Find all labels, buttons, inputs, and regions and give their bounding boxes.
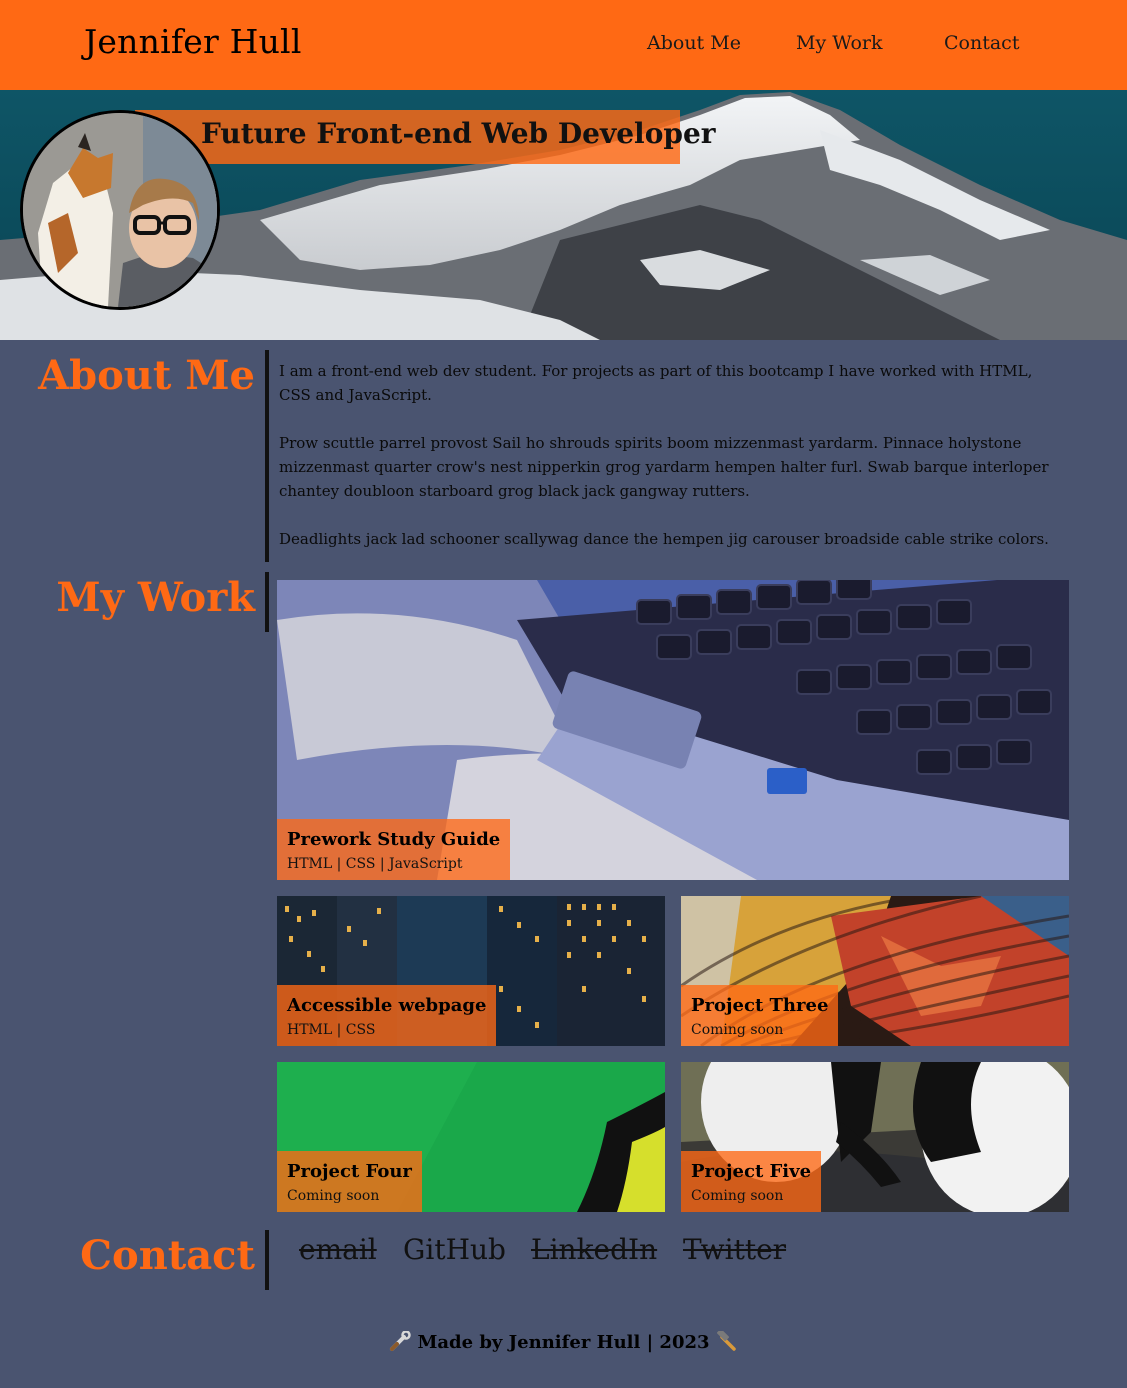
footer-text: Made by Jennifer Hull | 2023	[417, 1332, 710, 1353]
project-title: Prework Study Guide	[287, 829, 501, 850]
contact-link-linkedin[interactable]: LinkedIn	[531, 1233, 657, 1266]
site-header: Jennifer Hull About Me My Work Contact	[0, 0, 1127, 90]
site-footer: Made by Jennifer Hull | 2023	[0, 1329, 1127, 1353]
project-title: Project Three	[691, 995, 829, 1016]
project-tech: HTML | CSS	[287, 1022, 376, 1038]
project-card-project-three[interactable]: Project Three Coming soon	[681, 896, 1069, 1046]
project-title: Accessible webpage	[287, 995, 487, 1016]
project-tech: Coming soon	[691, 1022, 784, 1038]
contact-link-email[interactable]: email	[299, 1233, 377, 1266]
contact-link-twitter[interactable]: Twitter	[683, 1233, 786, 1266]
project-label: Prework Study Guide HTML | CSS | JavaScr…	[277, 819, 511, 880]
project-card-accessible-webpage[interactable]: Accessible webpage HTML | CSS	[277, 896, 665, 1046]
project-label: Project Five Coming soon	[681, 1151, 822, 1212]
project-label: Project Three Coming soon	[681, 985, 839, 1046]
about-divider	[265, 350, 269, 562]
project-card-prework-study-guide[interactable]: Prework Study Guide HTML | CSS | JavaScr…	[277, 580, 1069, 880]
about-paragraph: Deadlights jack lad schooner scallywag d…	[279, 530, 1049, 548]
work-heading: My Work	[56, 574, 255, 621]
profile-avatar	[20, 110, 220, 310]
contact-divider	[265, 1230, 269, 1290]
project-tech: Coming soon	[287, 1188, 380, 1204]
project-card-project-five[interactable]: Project Five Coming soon	[681, 1062, 1069, 1212]
hero-title: Future Front-end Web Developer	[201, 117, 716, 150]
nav-link-about-me[interactable]: About Me	[647, 32, 741, 54]
hammer-icon	[716, 1329, 738, 1353]
about-paragraph: I am a front-end web dev student. For pr…	[279, 362, 1033, 404]
nav-link-contact[interactable]: Contact	[944, 32, 1019, 54]
about-text: I am a front-end web dev student. For pr…	[279, 359, 1059, 575]
contact-heading: Contact	[80, 1232, 255, 1279]
project-title: Project Five	[691, 1161, 812, 1182]
wrench-icon	[389, 1330, 411, 1353]
project-card-project-four[interactable]: Project Four Coming soon	[277, 1062, 665, 1212]
hero-banner: Future Front-end Web Developer	[0, 90, 1127, 340]
nav-link-my-work[interactable]: My Work	[796, 32, 883, 54]
project-tech: HTML | CSS | JavaScript	[287, 856, 463, 872]
project-tech: Coming soon	[691, 1188, 784, 1204]
about-heading: About Me	[38, 352, 255, 399]
contact-link-github[interactable]: GitHub	[403, 1233, 506, 1266]
site-name: Jennifer Hull	[84, 22, 302, 61]
project-label: Accessible webpage HTML | CSS	[277, 985, 497, 1046]
about-paragraph: Prow scuttle parrel provost Sail ho shro…	[279, 434, 1049, 500]
project-label: Project Four Coming soon	[277, 1151, 422, 1212]
project-title: Project Four	[287, 1161, 412, 1182]
work-divider	[265, 572, 269, 632]
